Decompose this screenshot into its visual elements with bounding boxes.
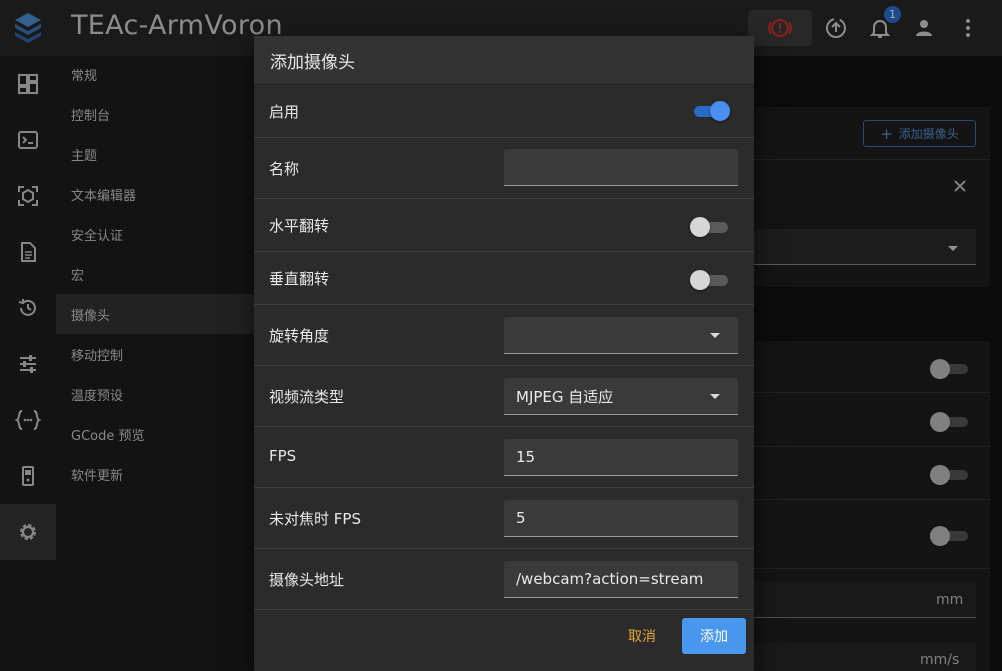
stream-type-select[interactable]: MJPEG 自适应 xyxy=(504,378,738,415)
chevron-down-icon xyxy=(710,333,720,338)
flip-vertical-toggle[interactable] xyxy=(690,270,730,290)
rotation-row: 旋转角度 xyxy=(254,305,754,366)
add-camera-dialog: 添加摄像头 启用 名称 水平翻转 垂直翻转 旋转角度 视频流类型 MJPEG 自… xyxy=(254,36,754,671)
flip-horizontal-toggle[interactable] xyxy=(690,217,730,237)
name-input[interactable] xyxy=(504,149,738,186)
fps-idle-row: 未对焦时 FPS 5 xyxy=(254,488,754,549)
enabled-label: 启用 xyxy=(269,103,300,121)
url-input[interactable]: /webcam?action=stream xyxy=(504,561,738,598)
stream-type-row: 视频流类型 MJPEG 自适应 xyxy=(254,366,754,427)
stream-type-value: MJPEG 自适应 xyxy=(516,387,614,406)
enabled-toggle[interactable] xyxy=(690,101,730,121)
url-row: 摄像头地址 /webcam?action=stream xyxy=(254,549,754,610)
flip-horizontal-row: 水平翻转 xyxy=(254,199,754,252)
stream-type-label: 视频流类型 xyxy=(269,388,345,406)
enabled-row: 启用 xyxy=(254,85,754,138)
rotation-label: 旋转角度 xyxy=(269,327,330,345)
name-row: 名称 xyxy=(254,138,754,199)
flip-vertical-row: 垂直翻转 xyxy=(254,252,754,305)
dialog-actions: 取消 添加 xyxy=(254,610,754,671)
flip-horizontal-label: 水平翻转 xyxy=(269,217,330,235)
fps-idle-label: 未对焦时 FPS xyxy=(269,510,361,528)
fps-row: FPS 15 xyxy=(254,427,754,488)
rotation-select[interactable] xyxy=(504,317,738,354)
cancel-button[interactable]: 取消 xyxy=(612,618,672,654)
fps-input[interactable]: 15 xyxy=(504,439,738,476)
flip-vertical-label: 垂直翻转 xyxy=(269,270,330,288)
add-button[interactable]: 添加 xyxy=(682,618,746,654)
dialog-title: 添加摄像头 xyxy=(254,36,754,85)
fps-label: FPS xyxy=(269,447,297,465)
chevron-down-icon xyxy=(710,394,720,399)
name-label: 名称 xyxy=(269,160,300,178)
fps-idle-input[interactable]: 5 xyxy=(504,500,738,537)
url-label: 摄像头地址 xyxy=(269,571,345,589)
